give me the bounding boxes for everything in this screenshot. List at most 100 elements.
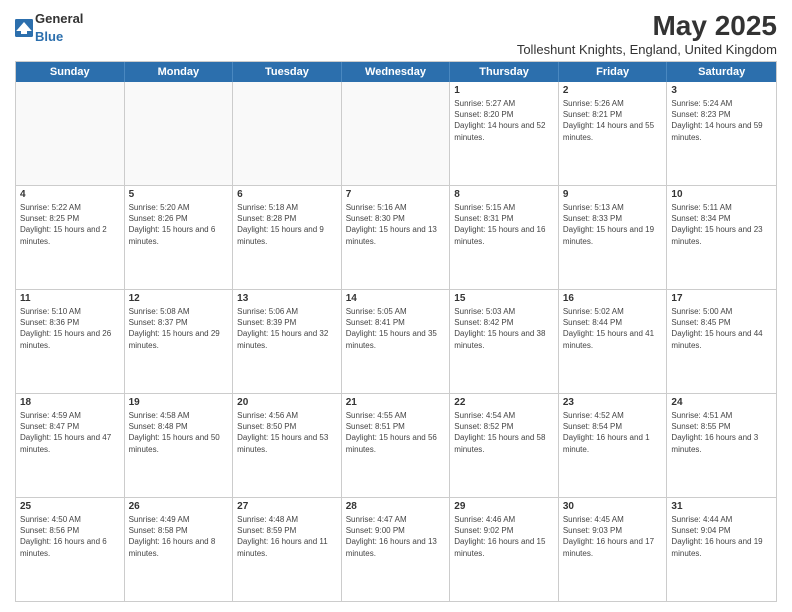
day-number: 27 — [237, 501, 337, 512]
day-cell-25: 25Sunrise: 4:50 AM Sunset: 8:56 PM Dayli… — [16, 498, 125, 601]
day-number: 23 — [563, 397, 663, 408]
day-cell-empty — [342, 82, 451, 185]
day-number: 8 — [454, 189, 554, 200]
day-cell-12: 12Sunrise: 5:08 AM Sunset: 8:37 PM Dayli… — [125, 290, 234, 393]
subtitle: Tolleshunt Knights, England, United King… — [517, 42, 777, 57]
header-wednesday: Wednesday — [342, 62, 451, 82]
day-number: 14 — [346, 293, 446, 304]
day-number: 31 — [671, 501, 772, 512]
day-info: Sunrise: 4:55 AM Sunset: 8:51 PM Dayligh… — [346, 410, 446, 455]
day-info: Sunrise: 4:44 AM Sunset: 9:04 PM Dayligh… — [671, 514, 772, 559]
day-info: Sunrise: 5:11 AM Sunset: 8:34 PM Dayligh… — [671, 202, 772, 247]
day-number: 29 — [454, 501, 554, 512]
day-number: 10 — [671, 189, 772, 200]
day-info: Sunrise: 5:13 AM Sunset: 8:33 PM Dayligh… — [563, 202, 663, 247]
header-friday: Friday — [559, 62, 668, 82]
title-block: May 2025 Tolleshunt Knights, England, Un… — [517, 10, 777, 57]
day-info: Sunrise: 5:10 AM Sunset: 8:36 PM Dayligh… — [20, 306, 120, 351]
day-cell-18: 18Sunrise: 4:59 AM Sunset: 8:47 PM Dayli… — [16, 394, 125, 497]
logo: General Blue — [15, 10, 83, 46]
day-info: Sunrise: 4:50 AM Sunset: 8:56 PM Dayligh… — [20, 514, 120, 559]
logo-icon — [15, 19, 33, 37]
month-title: May 2025 — [517, 10, 777, 42]
day-number: 5 — [129, 189, 229, 200]
day-number: 22 — [454, 397, 554, 408]
week-row-2: 4 Sunrise: 5:22 AM Sunset: 8:25 PM Daylig… — [16, 186, 776, 290]
day-info: Sunrise: 4:49 AM Sunset: 8:58 PM Dayligh… — [129, 514, 229, 559]
day-number: 21 — [346, 397, 446, 408]
day-cell-20: 20Sunrise: 4:56 AM Sunset: 8:50 PM Dayli… — [233, 394, 342, 497]
day-info: Sunrise: 4:52 AM Sunset: 8:54 PM Dayligh… — [563, 410, 663, 455]
day-number: 4 — [20, 189, 120, 200]
logo-general: General — [35, 11, 83, 26]
day-number: 26 — [129, 501, 229, 512]
calendar-body: 1Sunrise: 5:27 AM Sunset: 8:20 PM Daylig… — [16, 82, 776, 601]
header-thursday: Thursday — [450, 62, 559, 82]
header-monday: Monday — [125, 62, 234, 82]
day-info: Sunrise: 5:26 AM Sunset: 8:21 PM Dayligh… — [563, 98, 663, 143]
day-number: 3 — [671, 85, 772, 96]
day-cell-5: 5 Sunrise: 5:20 AM Sunset: 8:26 PM Daylig… — [125, 186, 234, 289]
page: General Blue May 2025 Tolleshunt Knights… — [0, 0, 792, 612]
day-info: Sunrise: 5:20 AM Sunset: 8:26 PM Dayligh… — [129, 202, 229, 247]
header-tuesday: Tuesday — [233, 62, 342, 82]
day-cell-empty — [233, 82, 342, 185]
week-row-3: 11 Sunrise: 5:10 AM Sunset: 8:36 PM Dayli… — [16, 290, 776, 394]
header-sunday: Sunday — [16, 62, 125, 82]
day-cell-14: 14 Sunrise: 5:05 AM Sunset: 8:41 PM Dayli… — [342, 290, 451, 393]
day-cell-3: 3 Sunrise: 5:24 AM Sunset: 8:23 PM Daylig… — [667, 82, 776, 185]
day-cell-7: 7 Sunrise: 5:16 AM Sunset: 8:30 PM Daylig… — [342, 186, 451, 289]
day-cell-21: 21 Sunrise: 4:55 AM Sunset: 8:51 PM Dayli… — [342, 394, 451, 497]
day-cell-2: 2 Sunrise: 5:26 AM Sunset: 8:21 PM Daylig… — [559, 82, 668, 185]
day-cell-30: 30Sunrise: 4:45 AM Sunset: 9:03 PM Dayli… — [559, 498, 668, 601]
day-number: 24 — [671, 397, 772, 408]
week-row-5: 25Sunrise: 4:50 AM Sunset: 8:56 PM Dayli… — [16, 498, 776, 601]
day-info: Sunrise: 5:08 AM Sunset: 8:37 PM Dayligh… — [129, 306, 229, 351]
day-cell-23: 23 Sunrise: 4:52 AM Sunset: 8:54 PM Dayli… — [559, 394, 668, 497]
day-cell-empty — [16, 82, 125, 185]
day-info: Sunrise: 5:06 AM Sunset: 8:39 PM Dayligh… — [237, 306, 337, 351]
day-info: Sunrise: 5:02 AM Sunset: 8:44 PM Dayligh… — [563, 306, 663, 351]
day-cell-17: 17Sunrise: 5:00 AM Sunset: 8:45 PM Dayli… — [667, 290, 776, 393]
day-info: Sunrise: 5:16 AM Sunset: 8:30 PM Dayligh… — [346, 202, 446, 247]
day-info: Sunrise: 5:27 AM Sunset: 8:20 PM Dayligh… — [454, 98, 554, 143]
week-row-4: 18Sunrise: 4:59 AM Sunset: 8:47 PM Dayli… — [16, 394, 776, 498]
day-cell-11: 11 Sunrise: 5:10 AM Sunset: 8:36 PM Dayli… — [16, 290, 125, 393]
day-info: Sunrise: 5:05 AM Sunset: 8:41 PM Dayligh… — [346, 306, 446, 351]
day-info: Sunrise: 5:22 AM Sunset: 8:25 PM Dayligh… — [20, 202, 120, 247]
day-cell-19: 19Sunrise: 4:58 AM Sunset: 8:48 PM Dayli… — [125, 394, 234, 497]
week-row-1: 1Sunrise: 5:27 AM Sunset: 8:20 PM Daylig… — [16, 82, 776, 186]
day-cell-16: 16 Sunrise: 5:02 AM Sunset: 8:44 PM Dayli… — [559, 290, 668, 393]
day-number: 30 — [563, 501, 663, 512]
header-saturday: Saturday — [667, 62, 776, 82]
day-number: 16 — [563, 293, 663, 304]
day-info: Sunrise: 4:54 AM Sunset: 8:52 PM Dayligh… — [454, 410, 554, 455]
day-info: Sunrise: 5:00 AM Sunset: 8:45 PM Dayligh… — [671, 306, 772, 351]
day-number: 28 — [346, 501, 446, 512]
day-info: Sunrise: 4:47 AM Sunset: 9:00 PM Dayligh… — [346, 514, 446, 559]
day-info: Sunrise: 5:24 AM Sunset: 8:23 PM Dayligh… — [671, 98, 772, 143]
day-number: 6 — [237, 189, 337, 200]
day-headers: Sunday Monday Tuesday Wednesday Thursday… — [16, 62, 776, 82]
day-info: Sunrise: 4:51 AM Sunset: 8:55 PM Dayligh… — [671, 410, 772, 455]
day-cell-26: 26 Sunrise: 4:49 AM Sunset: 8:58 PM Dayli… — [125, 498, 234, 601]
day-cell-8: 8Sunrise: 5:15 AM Sunset: 8:31 PM Daylig… — [450, 186, 559, 289]
logo-text: General Blue — [35, 10, 83, 46]
day-cell-28: 28 Sunrise: 4:47 AM Sunset: 9:00 PM Dayli… — [342, 498, 451, 601]
day-cell-29: 29 Sunrise: 4:46 AM Sunset: 9:02 PM Dayli… — [450, 498, 559, 601]
day-number: 13 — [237, 293, 337, 304]
day-cell-4: 4 Sunrise: 5:22 AM Sunset: 8:25 PM Daylig… — [16, 186, 125, 289]
day-info: Sunrise: 4:59 AM Sunset: 8:47 PM Dayligh… — [20, 410, 120, 455]
day-number: 2 — [563, 85, 663, 96]
day-number: 11 — [20, 293, 120, 304]
day-info: Sunrise: 4:46 AM Sunset: 9:02 PM Dayligh… — [454, 514, 554, 559]
day-number: 7 — [346, 189, 446, 200]
day-number: 20 — [237, 397, 337, 408]
day-info: Sunrise: 4:48 AM Sunset: 8:59 PM Dayligh… — [237, 514, 337, 559]
day-cell-31: 31 Sunrise: 4:44 AM Sunset: 9:04 PM Dayli… — [667, 498, 776, 601]
day-cell-6: 6Sunrise: 5:18 AM Sunset: 8:28 PM Daylig… — [233, 186, 342, 289]
day-number: 19 — [129, 397, 229, 408]
day-number: 15 — [454, 293, 554, 304]
day-cell-15: 15 Sunrise: 5:03 AM Sunset: 8:42 PM Dayli… — [450, 290, 559, 393]
day-info: Sunrise: 5:03 AM Sunset: 8:42 PM Dayligh… — [454, 306, 554, 351]
